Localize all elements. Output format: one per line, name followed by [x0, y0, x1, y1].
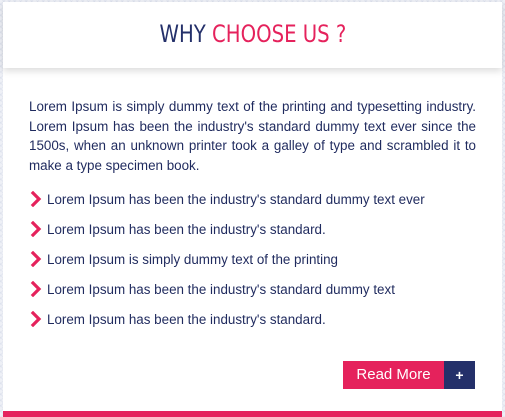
read-more-button[interactable]: Read More [343, 361, 444, 389]
intro-paragraph: Lorem Ipsum is simply dummy text of the … [29, 99, 476, 173]
card-body: Lorem Ipsum is simply dummy text of the … [3, 68, 502, 334]
card-header: WHY CHOOSE US ? [3, 2, 502, 68]
chevron-right-icon [30, 281, 42, 298]
chevron-right-icon [30, 311, 42, 328]
feature-item: Lorem Ipsum has been the industry's stan… [29, 274, 476, 304]
why-choose-us-card: WHY CHOOSE US ? Lorem Ipsum is simply du… [3, 2, 502, 417]
card-actions: Read More + [343, 361, 475, 389]
chevron-right-icon [30, 191, 42, 208]
title-part-1: WHY [159, 20, 206, 48]
feature-item: Lorem Ipsum has been the industry's stan… [29, 304, 476, 334]
bottom-accent-bar [3, 411, 502, 417]
feature-item: Lorem Ipsum has been the industry's stan… [29, 184, 476, 214]
feature-text: Lorem Ipsum has been the industry's stan… [47, 221, 326, 237]
section-title: WHY CHOOSE US ? [159, 20, 346, 50]
feature-item: Lorem Ipsum is simply dummy text of the … [29, 244, 476, 274]
chevron-right-icon [30, 221, 42, 238]
expand-button[interactable]: + [444, 361, 475, 389]
feature-text: Lorem Ipsum has been the industry's stan… [47, 311, 326, 327]
feature-text: Lorem Ipsum is simply dummy text of the … [47, 251, 338, 267]
title-part-2: CHOOSE US ? [211, 20, 346, 48]
chevron-right-icon [30, 251, 42, 268]
feature-item: Lorem Ipsum has been the industry's stan… [29, 214, 476, 244]
feature-text: Lorem Ipsum has been the industry's stan… [47, 281, 395, 297]
feature-text: Lorem Ipsum has been the industry's stan… [47, 191, 425, 207]
feature-list: Lorem Ipsum has been the industry's stan… [29, 184, 476, 334]
